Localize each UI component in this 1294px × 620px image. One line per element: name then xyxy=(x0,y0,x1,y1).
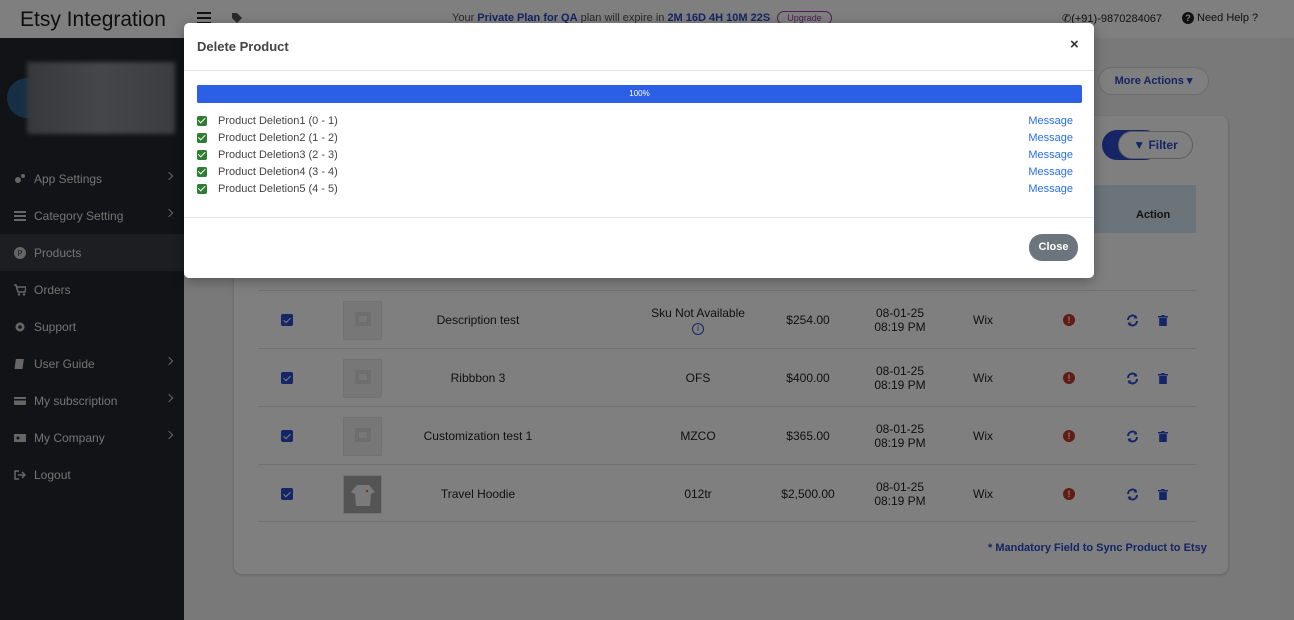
deletion-label: Product Deletion5 (4 - 5) xyxy=(218,182,338,195)
check-icon xyxy=(197,115,207,126)
close-icon[interactable]: × xyxy=(1070,36,1079,53)
modal-title: Delete Product xyxy=(197,39,289,54)
close-button[interactable]: Close xyxy=(1029,234,1078,261)
message-link[interactable]: Message xyxy=(1028,166,1073,178)
modal-divider xyxy=(184,70,1094,71)
message-link[interactable]: Message xyxy=(1028,132,1073,144)
check-icon xyxy=(197,132,207,143)
list-item: Product Deletion4 (3 - 4) Message xyxy=(197,163,1082,180)
deletion-list: Product Deletion1 (0 - 1) Message Produc… xyxy=(197,112,1082,197)
deletion-label: Product Deletion3 (2 - 3) xyxy=(218,148,338,161)
deletion-label: Product Deletion4 (3 - 4) xyxy=(218,165,338,178)
list-item: Product Deletion5 (4 - 5) Message xyxy=(197,180,1082,197)
check-icon xyxy=(197,166,207,177)
check-icon xyxy=(197,149,207,160)
progress-label: 100% xyxy=(629,89,650,98)
modal-divider xyxy=(184,217,1094,218)
list-item: Product Deletion1 (0 - 1) Message xyxy=(197,112,1082,129)
check-icon xyxy=(197,183,207,194)
deletion-label: Product Deletion2 (1 - 2) xyxy=(218,131,338,144)
deletion-label: Product Deletion1 (0 - 1) xyxy=(218,114,338,127)
message-link[interactable]: Message xyxy=(1028,149,1073,161)
deletion-progress-bar: 100% xyxy=(197,85,1082,103)
list-item: Product Deletion3 (2 - 3) Message xyxy=(197,146,1082,163)
list-item: Product Deletion2 (1 - 2) Message xyxy=(197,129,1082,146)
delete-product-modal: Delete Product × 100% Product Deletion1 … xyxy=(184,23,1094,278)
message-link[interactable]: Message xyxy=(1028,183,1073,195)
message-link[interactable]: Message xyxy=(1028,115,1073,127)
